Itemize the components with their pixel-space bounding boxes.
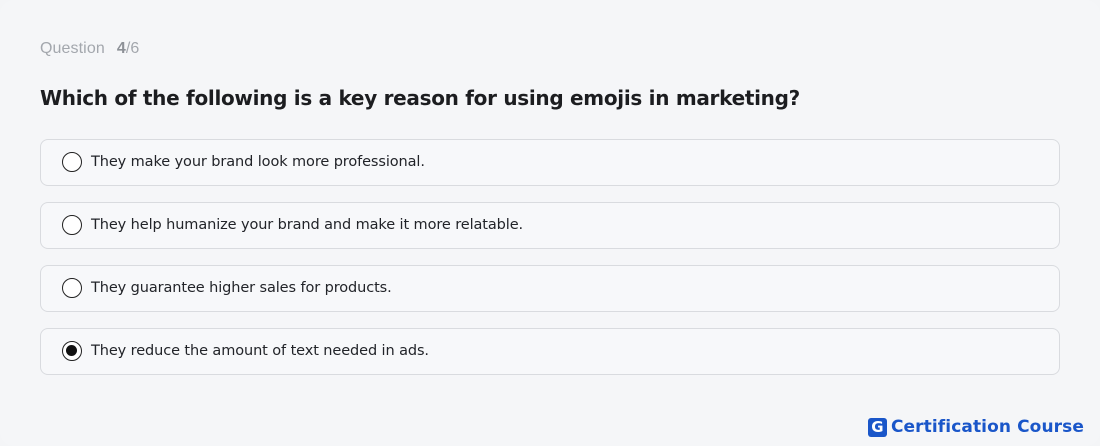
- quiz-card: Question 4/6 Which of the following is a …: [0, 0, 1100, 446]
- question-current-number: 4: [116, 40, 126, 57]
- answer-option-1[interactable]: They make your brand look more professio…: [40, 139, 1060, 186]
- brand-logo-icon: G: [867, 417, 887, 437]
- question-total: /6: [125, 40, 140, 57]
- question-text: Which of the following is a key reason f…: [40, 86, 800, 110]
- radio-button[interactable]: [62, 278, 82, 298]
- answer-option-3[interactable]: They guarantee higher sales for products…: [40, 265, 1060, 312]
- radio-button[interactable]: [62, 341, 82, 361]
- answer-options: They make your brand look more professio…: [40, 139, 1060, 391]
- radio-button[interactable]: [62, 152, 82, 172]
- answer-option-2[interactable]: They help humanize your brand and make i…: [40, 202, 1060, 249]
- question-counter: Question 4/6: [40, 40, 139, 58]
- brand-name: Certification Course: [890, 417, 1084, 437]
- brand-logo: G Certification Course: [867, 417, 1084, 437]
- answer-option-label: They reduce the amount of text needed in…: [91, 343, 429, 359]
- radio-button[interactable]: [62, 215, 82, 235]
- answer-option-4[interactable]: They reduce the amount of text needed in…: [40, 328, 1060, 375]
- answer-option-label: They help humanize your brand and make i…: [91, 217, 524, 233]
- answer-option-label: They guarantee higher sales for products…: [91, 280, 392, 296]
- answer-option-label: They make your brand look more professio…: [91, 154, 425, 170]
- question-counter-label: Question: [40, 40, 105, 57]
